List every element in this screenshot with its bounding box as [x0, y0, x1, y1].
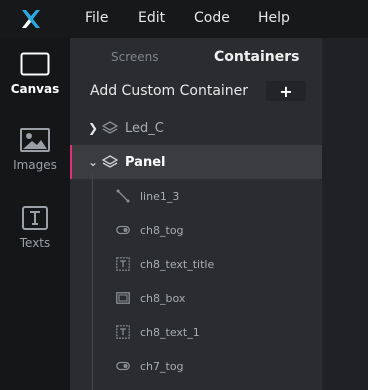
- menu-code[interactable]: Code: [194, 10, 230, 26]
- text-icon: [116, 257, 130, 271]
- chevron-right-icon[interactable]: ❯: [88, 121, 98, 135]
- rail-item-canvas[interactable]: Canvas: [0, 52, 70, 122]
- child-row[interactable]: line1_3: [70, 179, 322, 213]
- canvas-area[interactable]: [322, 38, 368, 390]
- menu-bar: File Edit Code Help: [0, 0, 368, 38]
- line-icon: [116, 189, 130, 203]
- containers-panel: Screens Containers Add Custom Container …: [70, 38, 322, 390]
- container-label: Led_C: [125, 120, 164, 136]
- child-label: line1_3: [140, 189, 180, 203]
- child-row[interactable]: ch7_tog: [70, 349, 322, 383]
- container-row-led-c[interactable]: ❯ Led_C: [70, 111, 322, 145]
- child-row[interactable]: ch8_text_1: [70, 315, 322, 349]
- tab-containers[interactable]: Containers: [214, 49, 300, 65]
- rail-item-texts[interactable]: Texts: [0, 206, 70, 276]
- child-label: ch8_box: [140, 291, 186, 305]
- child-label: ch8_text_title: [140, 257, 215, 271]
- child-row[interactable]: ch8_tog: [70, 213, 322, 247]
- x-logo-icon: [22, 10, 40, 28]
- rail-item-images[interactable]: Images: [0, 128, 70, 198]
- menu-file[interactable]: File: [85, 10, 108, 26]
- layers-icon: [102, 121, 118, 134]
- canvas-icon: [20, 52, 50, 76]
- app-logo[interactable]: [0, 0, 62, 38]
- child-row[interactable]: ch8_text_title: [70, 247, 322, 281]
- container-row-panel[interactable]: ⌄ Panel: [70, 145, 322, 179]
- image-icon: [20, 128, 50, 152]
- layers-icon: [102, 155, 118, 168]
- menu-edit[interactable]: Edit: [138, 10, 165, 26]
- container-label: Panel: [125, 154, 166, 170]
- chevron-down-icon[interactable]: ⌄: [88, 155, 98, 169]
- plus-icon: +: [279, 81, 293, 101]
- left-rail: Canvas Images Texts: [0, 38, 70, 390]
- menu-help[interactable]: Help: [258, 10, 290, 26]
- rail-label-texts: Texts: [19, 236, 51, 250]
- add-container-button[interactable]: +: [266, 81, 306, 101]
- text-icon: [116, 325, 130, 339]
- tab-screens[interactable]: Screens: [111, 50, 159, 64]
- child-label: ch8_tog: [140, 223, 184, 237]
- toggle-icon: [116, 361, 130, 371]
- text-icon: [22, 206, 48, 230]
- child-label: ch7_tog: [140, 359, 184, 373]
- rail-label-images: Images: [13, 158, 57, 172]
- box-icon: [116, 292, 130, 304]
- child-label: ch8_text_1: [140, 325, 200, 339]
- toggle-icon: [116, 225, 130, 235]
- add-custom-container-label: Add Custom Container: [90, 83, 249, 99]
- child-row[interactable]: ch8_box: [70, 281, 322, 315]
- rail-label-canvas: Canvas: [10, 82, 60, 96]
